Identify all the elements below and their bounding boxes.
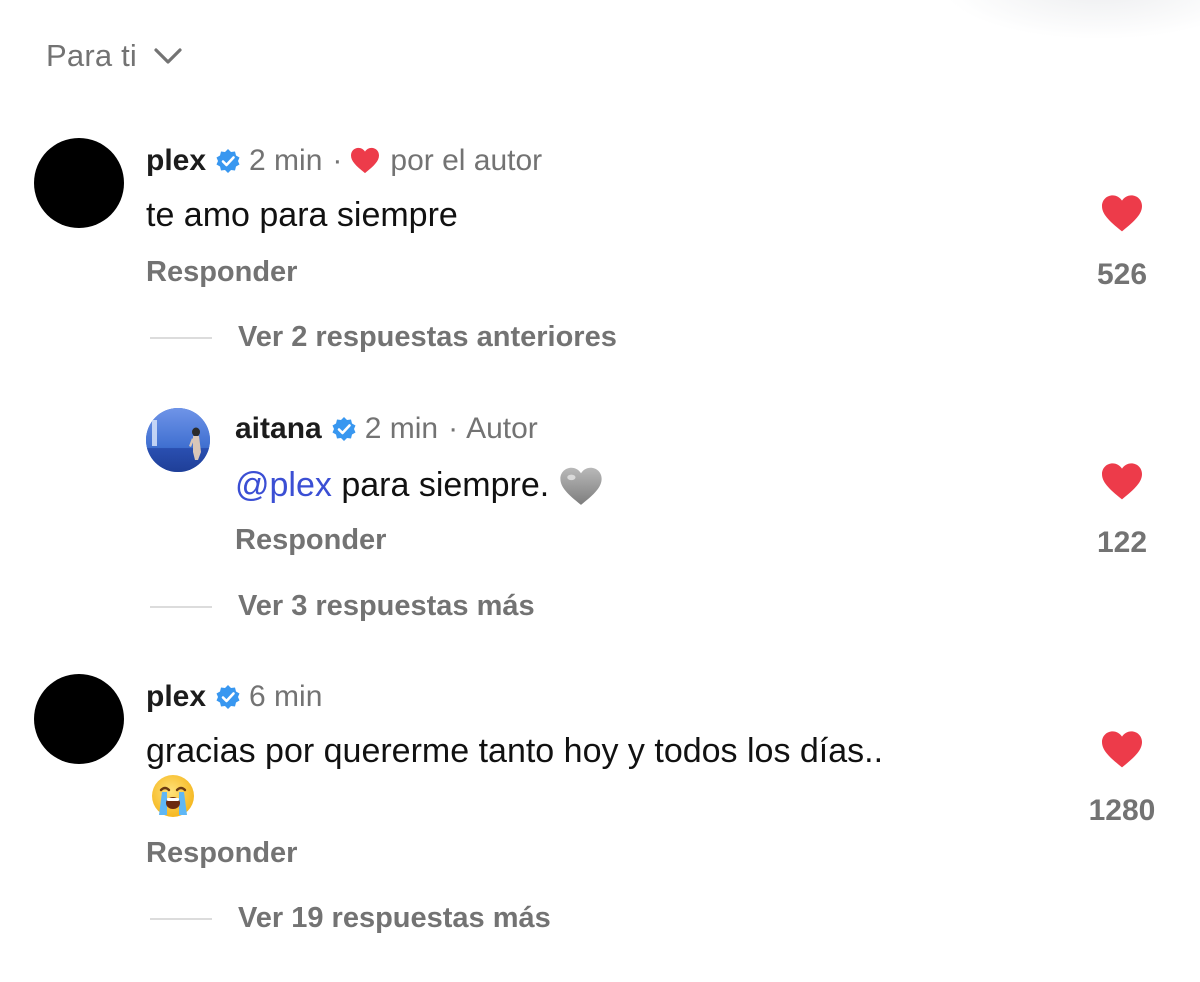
heart-icon	[1102, 731, 1142, 768]
like-count: 122	[1096, 526, 1148, 559]
divider-line	[150, 336, 212, 339]
heart-icon	[1102, 463, 1142, 500]
verified-badge-icon	[331, 416, 357, 442]
comment-meta: plex 6 min	[146, 677, 322, 717]
loudly-crying-face-emoji-icon	[152, 775, 194, 817]
sort-dropdown[interactable]: Para ti	[46, 34, 183, 78]
avatar[interactable]	[34, 138, 124, 228]
divider-line	[150, 917, 212, 920]
view-replies-button[interactable]: Ver 19 respuestas más	[150, 902, 551, 935]
comment-meta: plex 2 min · por el autor	[146, 141, 542, 181]
reply-button[interactable]: Responder	[146, 837, 297, 870]
avatar[interactable]	[146, 408, 210, 472]
view-replies-text: Ver 19 respuestas más	[238, 902, 551, 934]
comment-text: te amo para siempre	[146, 196, 458, 234]
reply-button[interactable]: Responder	[146, 256, 297, 289]
sort-label: Para ti	[46, 38, 137, 73]
avatar[interactable]	[34, 674, 124, 764]
heart-icon	[1102, 195, 1142, 232]
username[interactable]: plex	[146, 144, 206, 178]
like-count: 1280	[1088, 794, 1156, 827]
username[interactable]: aitana	[235, 412, 322, 446]
reply-text: @plex para siempre.	[235, 463, 603, 509]
grey-heart-emoji-icon	[560, 467, 602, 505]
mention-link[interactable]: @plex	[235, 466, 332, 504]
like-button[interactable]: 122	[1082, 462, 1162, 560]
author-tag: Autor	[466, 412, 538, 445]
like-count: 526	[1096, 258, 1148, 291]
comment-time: 6 min	[249, 680, 323, 713]
liked-by-author-text: por el autor	[390, 144, 543, 177]
verified-badge-icon	[215, 684, 241, 710]
divider-line	[150, 605, 212, 608]
separator-dot: ·	[332, 144, 343, 177]
like-button[interactable]: 526	[1082, 194, 1162, 292]
liked-by-author-heart-icon	[350, 147, 380, 175]
chevron-down-icon	[153, 46, 183, 66]
reply-text-body: para siempre.	[331, 466, 550, 504]
view-replies-button[interactable]: Ver 3 respuestas más	[150, 590, 535, 623]
like-button[interactable]: 1280	[1082, 730, 1162, 828]
comment-text: gracias por quererme tanto hoy y todos l…	[146, 732, 884, 770]
reply-button[interactable]: Responder	[235, 524, 386, 557]
view-replies-button[interactable]: Ver 2 respuestas anteriores	[150, 321, 617, 354]
verified-badge-icon	[215, 148, 241, 174]
comment-time: 2 min	[249, 144, 323, 177]
separator-dot: ·	[448, 412, 459, 445]
view-replies-text: Ver 2 respuestas anteriores	[238, 321, 617, 353]
comment-time: 2 min	[364, 412, 439, 445]
reply-meta: aitana 2 min · Autor	[235, 409, 538, 449]
background-glow	[940, 0, 1200, 40]
username[interactable]: plex	[146, 680, 206, 714]
view-replies-text: Ver 3 respuestas más	[238, 590, 535, 622]
